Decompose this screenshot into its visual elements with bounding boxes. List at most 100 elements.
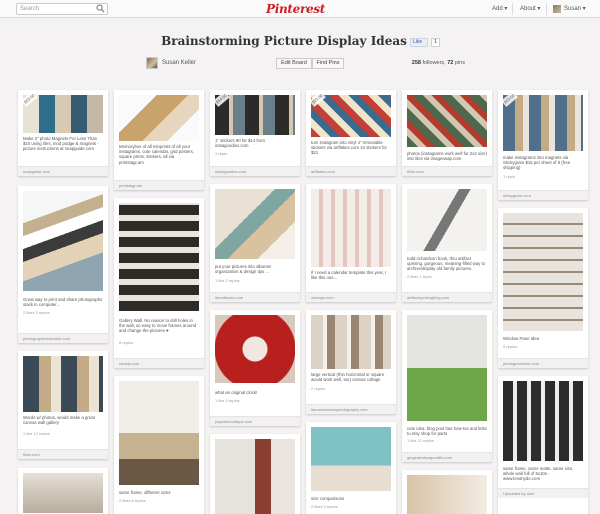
pin-card[interactable]: todd richardson book, thru artifact upri… [402, 184, 492, 302]
owner-name[interactable]: Susan Keller [162, 58, 196, 68]
facebook-like-button[interactable]: Like [410, 38, 428, 47]
board-title: Brainstorming Picture Display Ideas [161, 34, 407, 48]
pin-stats: 1 like 12 repins [23, 431, 50, 436]
about-menu[interactable]: About ▾ [520, 0, 540, 18]
pin-description: cute idea: blog post has how-tos and lin… [407, 426, 487, 437]
pin-image[interactable] [311, 95, 391, 137]
pin-stats: 1 like 2 repins [215, 278, 240, 283]
pin-stats: 1 like 3 repins [215, 398, 240, 403]
pin-description: same frame, different sizes [119, 490, 171, 495]
pin-image[interactable] [23, 191, 103, 291]
pin-image[interactable] [407, 475, 487, 514]
owner-avatar[interactable] [146, 57, 158, 69]
pin-source[interactable]: flickr.com [18, 449, 108, 459]
pin-card[interactable] [210, 434, 300, 514]
pin-card[interactable]: size comparisons 2 likes 9 repins [306, 422, 396, 514]
pin-card[interactable]: Memorybox of all minprints of all your i… [114, 90, 204, 190]
pin-image[interactable] [311, 315, 391, 369]
pin-card[interactable]: same frame, same matte, same size, whole… [498, 376, 588, 514]
pin-image[interactable] [503, 95, 583, 151]
pin-card[interactable]: what an original clock! 1 like 3 repins … [210, 310, 300, 426]
pin-card[interactable] [402, 470, 492, 514]
pin-source[interactable]: snapguide.com [18, 166, 108, 176]
pin-card[interactable]: $15.00 make instagrams into magnets via … [498, 90, 588, 200]
pin-source[interactable]: flickr.com [402, 166, 492, 176]
nav-divider [546, 3, 547, 15]
pin-card[interactable]: put your pictures into albums! organizat… [210, 184, 300, 302]
pin-source[interactable]: artifactuprisingblog.com [402, 292, 492, 302]
pin-image[interactable] [215, 439, 295, 514]
search-input[interactable]: Search [16, 3, 108, 15]
pin-source[interactable]: repinly.com [114, 358, 204, 368]
pinterest-logo[interactable]: Pinterest [266, 0, 325, 18]
like-count: 1 [431, 38, 440, 47]
pin-stats: 2 repins [311, 386, 326, 391]
pin-image[interactable] [503, 213, 583, 331]
user-menu[interactable]: Susan ▾ [564, 0, 586, 18]
pin-description: If I need a calendar template this year,… [311, 270, 387, 281]
pin-card[interactable]: cute idea: blog post has how-tos and lin… [402, 310, 492, 462]
user-avatar-small[interactable] [553, 5, 561, 13]
pin-image[interactable] [23, 95, 103, 133]
pin-stats: 1 like 22 repins [407, 438, 434, 443]
pin-card[interactable]: Great way to print and share photographs… [18, 186, 108, 343]
pin-description: same frame, same matte, same size, whole… [503, 466, 574, 482]
pin-source[interactable]: laurasimonsonphotography.com [306, 404, 396, 414]
pin-description: Great way to print and share photographs… [23, 297, 103, 308]
pin-description: Window Pane Idea [503, 336, 540, 341]
pin-description: todd richardson book, thru artifact upri… [407, 256, 486, 272]
pin-image[interactable] [311, 189, 391, 267]
add-menu[interactable]: Add ▾ [492, 0, 507, 18]
pin-card[interactable]: same frame, different sizes 2 likes 6 re… [114, 376, 204, 514]
find-pins-button[interactable]: Find Pins [312, 58, 344, 69]
top-bar: Search Pinterest Add ▾ About ▾ Susan ▾ [0, 0, 600, 18]
pin-image[interactable] [23, 356, 103, 412]
pin-description: what an original clock! [215, 390, 258, 395]
pin-image[interactable] [119, 203, 199, 311]
pin-description: Words w/ photos, would make a great canv… [23, 415, 95, 426]
pin-image[interactable] [407, 95, 487, 147]
pin-image[interactable] [407, 315, 487, 421]
pin-card[interactable]: Words w/ photos, would make a great canv… [18, 351, 108, 459]
pin-image[interactable] [23, 473, 103, 513]
pin-card[interactable]: $15.00 Make 2" photo Magnets For Less Th… [18, 90, 108, 176]
pin-card[interactable]: large vertical (thin horizontal or squar… [306, 310, 396, 414]
edit-board-button[interactable]: Edit Board [276, 58, 312, 69]
pin-source[interactable]: photographersbookkit.com [18, 333, 108, 343]
nav-divider [512, 3, 513, 15]
pin-image[interactable] [119, 381, 199, 485]
pin-card[interactable] [18, 468, 108, 514]
pin-card[interactable]: $14.00 1" stickers 90 for $14 from insta… [210, 90, 300, 176]
pin-card[interactable]: $21.00 turn instagram into vinyl 4" remo… [306, 90, 396, 176]
pin-source[interactable]: paperieboutique.com [210, 416, 300, 426]
pin-card[interactable]: If I need a calendar template this year,… [306, 184, 396, 302]
pin-source[interactable]: instagoodies.com [210, 166, 300, 176]
pin-image[interactable] [311, 427, 391, 491]
pin-source[interactable]: photogmommie.com [498, 358, 588, 368]
pin-source[interactable]: gingerandsnapcrafts.com [402, 452, 492, 462]
pin-source[interactable]: iheartfaces.com [210, 292, 300, 302]
follower-stats: 258 followers, 72 pins [411, 60, 465, 66]
pin-description: large vertical (thin horizontal or squar… [311, 372, 385, 383]
pin-source[interactable]: artflakes.com [306, 166, 396, 176]
pin-description: size comparisons [311, 496, 345, 501]
pin-stats: 2 likes 3 repins [23, 310, 50, 315]
search-icon[interactable] [96, 4, 105, 13]
pin-image[interactable] [215, 315, 295, 383]
pin-source[interactable]: printstagr.am [114, 180, 204, 190]
pin-card[interactable]: Gallery Wall. No reason to drill holes i… [114, 198, 204, 368]
pin-card[interactable]: photos (instagrams work well for 2x2 siz… [402, 90, 492, 176]
pin-image[interactable] [119, 95, 199, 141]
pin-source[interactable]: oscraps.com [306, 292, 396, 302]
pin-source[interactable]: stickygram.com [498, 190, 588, 200]
pin-description: turn instagram into vinyl 4" removable s… [311, 140, 387, 156]
pin-image[interactable] [215, 189, 295, 259]
pin-description: 1" stickers 90 for $14 from instagoodies… [215, 138, 266, 149]
pin-source[interactable]: Uploaded by user [498, 488, 588, 498]
pin-card[interactable]: Window Pane Idea 9 repins photogmommie.c… [498, 208, 588, 368]
pin-image[interactable] [215, 95, 295, 135]
pin-image[interactable] [503, 381, 583, 461]
pin-image[interactable] [407, 189, 487, 251]
pin-stats: 6 repins [119, 340, 134, 345]
pin-description: make instagrams into magnets via Stickyg… [503, 155, 571, 171]
